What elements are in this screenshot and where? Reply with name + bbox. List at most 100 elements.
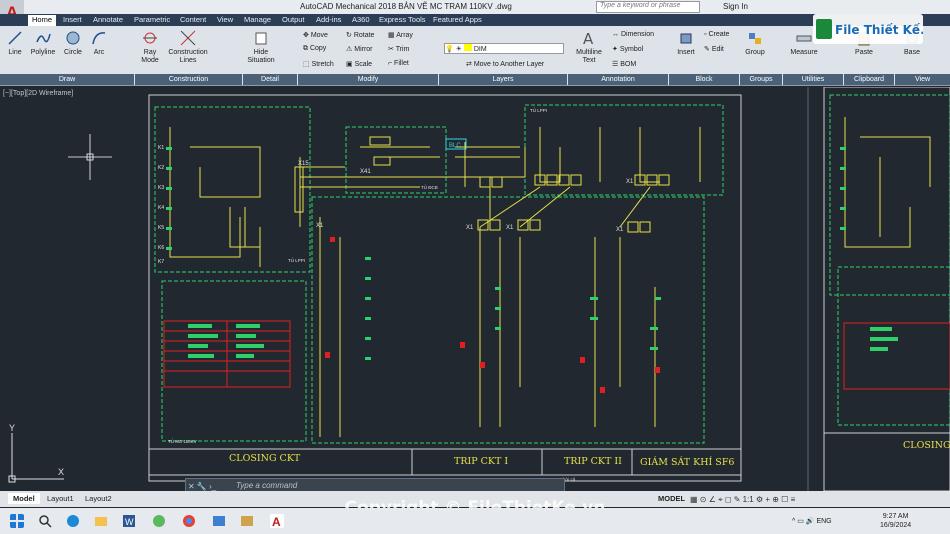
file-explorer-icon[interactable] (94, 514, 108, 528)
cabinet-dcb-box (345, 126, 447, 194)
copy-button[interactable]: ⧉ Copy (303, 45, 326, 53)
chrome-icon[interactable] (182, 514, 196, 528)
tab-parametric[interactable]: Parametric (134, 15, 170, 24)
mirror-button[interactable]: ⚠ Mirror (346, 45, 373, 53)
title-bar: AutoCAD Mechanical 2018 BẢN VẼ MC TRAM 1… (0, 0, 950, 14)
tab-output[interactable]: Output (282, 15, 305, 24)
section-sf6: GIÁM SÁT KHÍ SF6 (640, 456, 734, 468)
construction-lines-icon (180, 30, 196, 46)
group-icon (749, 33, 761, 44)
scale-button[interactable]: ▣ Scale (346, 60, 372, 68)
relay-coils (325, 237, 660, 393)
panel-construction[interactable]: Construction (135, 74, 242, 85)
svg-text:X1: X1 (626, 179, 634, 185)
panel-layers[interactable]: Layers (439, 74, 567, 85)
section-trip-ckt-2: TRIP CKT II (564, 456, 622, 467)
circle-button[interactable]: Circle (60, 30, 86, 57)
tab-a360[interactable]: A360 (352, 15, 370, 24)
line-button[interactable]: Line (4, 30, 26, 57)
arc-button[interactable]: Arc (88, 30, 110, 57)
hide-situation-button[interactable]: Hide Situation (244, 30, 278, 65)
paint-icon[interactable] (240, 514, 254, 528)
tab-express-tools[interactable]: Express Tools (379, 15, 426, 24)
move-button[interactable]: ✥ Move (303, 31, 328, 39)
panel-view[interactable]: View (895, 74, 950, 85)
wiring (169, 127, 701, 437)
ray-mode-button[interactable]: Ray Mode (138, 30, 162, 65)
clock[interactable]: 9:27 AM 16/9/2024 (880, 512, 911, 530)
svg-text:X1: X1 (616, 227, 624, 233)
clock-date: 16/9/2024 (880, 522, 912, 529)
svg-text:TỦ LPPI: TỦ LPPI (530, 107, 547, 113)
fillet-button[interactable]: ⌐ Fillet (388, 60, 409, 67)
tab-add-ins[interactable]: Add-ins (316, 15, 341, 24)
text-icon: A (583, 30, 594, 48)
stretch-button[interactable]: ⬚ Stretch (303, 60, 334, 68)
svg-text:X1: X1 (466, 225, 474, 231)
tab-home[interactable]: Home (28, 15, 57, 26)
blc-label: BLC (449, 143, 461, 149)
tab-view[interactable]: View (217, 15, 233, 24)
viewport-label[interactable]: [−][Top][2D Wireframe] (3, 90, 73, 97)
legend-table-left (163, 320, 291, 388)
windows-taskbar: W A ^ ▭ 🔊 ENG 9:27 AM 16/9/2024 (0, 508, 950, 534)
group-button[interactable]: Group (742, 30, 768, 57)
panel-clipboard[interactable]: Clipboard (844, 74, 894, 85)
layer-dropdown[interactable]: 💡 ☀ DIM (444, 43, 564, 54)
create-block-button[interactable]: ▫ Create (704, 31, 729, 38)
sheet-border (148, 94, 742, 482)
svg-text:K1: K1 (158, 145, 164, 151)
tab-featured-apps[interactable]: Featured Apps (433, 15, 482, 24)
system-tray[interactable]: ^ ▭ 🔊 ENG (792, 517, 832, 525)
symbol-button[interactable]: ✦ Symbol (612, 45, 643, 53)
drawing-canvas[interactable]: BLC K1 K2 K3 K4 K5 K6 K7 X1 X1 X1 X41 X1… (0, 86, 950, 492)
insert-block-button[interactable]: Insert (674, 30, 698, 57)
search-input[interactable]: Type a keyword or phrase (596, 1, 700, 13)
language-indicator[interactable]: ENG (816, 518, 831, 525)
panel-modify[interactable]: Modify (298, 74, 438, 85)
trim-button[interactable]: ✂ Trim (388, 45, 409, 53)
autocad-icon[interactable]: A (270, 514, 284, 528)
rotate-button[interactable]: ↻ Rotate (346, 31, 374, 39)
svg-text:K7: K7 (158, 259, 164, 265)
move-to-another-layer-button[interactable]: ⇄ Move to Another Layer (466, 60, 544, 68)
panel-groups[interactable]: Groups (740, 74, 782, 85)
command-input[interactable]: Type a command (236, 481, 297, 490)
brand-name: File Thiết Kế.vn (835, 23, 923, 37)
dimension-button[interactable]: ↔ Dimension (612, 31, 654, 38)
polyline-icon (36, 33, 51, 43)
panel-utilities[interactable]: Utilities (783, 74, 843, 85)
sign-in-link[interactable]: Sign In (723, 2, 748, 11)
svg-text:K3: K3 (158, 185, 164, 191)
svg-text:TỦ ĐCB: TỦ ĐCB (421, 184, 438, 190)
chat-app-icon[interactable] (152, 514, 166, 528)
search-icon[interactable] (38, 514, 52, 528)
photos-icon[interactable] (212, 514, 226, 528)
edge-browser-icon[interactable] (66, 514, 80, 528)
construction-lines-button[interactable]: Construction Lines (166, 30, 210, 65)
panel-detail[interactable]: Detail (243, 74, 297, 85)
bom-button[interactable]: ☰ BOM (612, 60, 636, 68)
edit-block-button[interactable]: ✎ Edit (704, 45, 724, 53)
svg-text:TỦ LPPI: TỦ LPPI (288, 257, 305, 263)
windows-start-icon[interactable] (10, 514, 24, 528)
svg-text:X41: X41 (360, 169, 371, 175)
tab-annotate[interactable]: Annotate (93, 15, 123, 24)
tab-manage[interactable]: Manage (244, 15, 271, 24)
section-trip-ckt-1: TRIP CKT I (454, 456, 508, 467)
tab-insert[interactable]: Insert (63, 15, 82, 24)
word-icon[interactable]: W (122, 514, 136, 528)
svg-text:Y: Y (9, 423, 15, 433)
polyline-button[interactable]: Polyline (27, 30, 59, 57)
svg-text:K4: K4 (158, 205, 164, 211)
command-line[interactable]: ✕ 🔧 ›_ Type a command (185, 478, 565, 492)
multiline-text-button[interactable]: A Multiline Text (572, 30, 606, 65)
array-button[interactable]: ▦ Array (388, 31, 413, 39)
clock-time: 9:27 AM (882, 513, 909, 520)
svg-text:A: A (272, 515, 281, 528)
panel-draw[interactable]: Draw (0, 74, 134, 85)
panel-block[interactable]: Block (669, 74, 739, 85)
panel-annotation[interactable]: Annotation (568, 74, 668, 85)
insert-icon (680, 33, 692, 44)
tab-content[interactable]: Content (180, 15, 206, 24)
